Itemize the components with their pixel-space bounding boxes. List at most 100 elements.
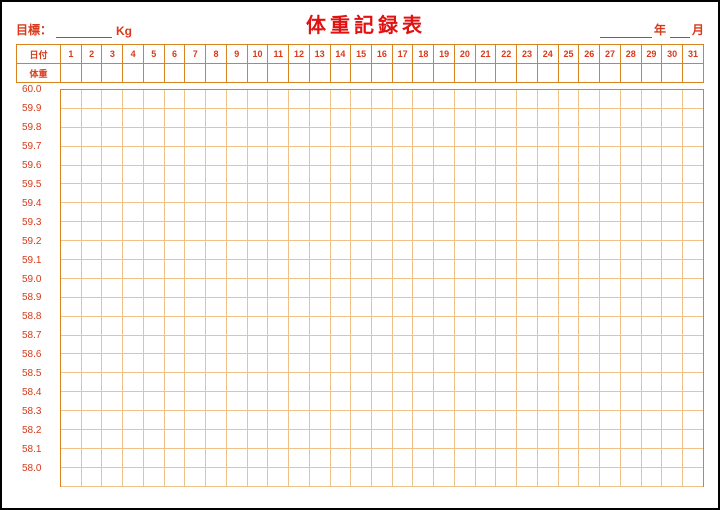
grid-cell: [372, 336, 393, 354]
weight-cell[interactable]: [164, 64, 185, 83]
weight-cell[interactable]: [289, 64, 310, 83]
day-cell: 19: [434, 45, 455, 64]
day-cell: 26: [579, 45, 600, 64]
grid-cell: [227, 90, 248, 108]
weight-cell[interactable]: [537, 64, 558, 83]
weight-cell[interactable]: [123, 64, 144, 83]
grid-cell: [559, 279, 580, 297]
weight-cell[interactable]: [392, 64, 413, 83]
weight-cell[interactable]: [558, 64, 579, 83]
grid-cell: [476, 336, 497, 354]
grid-cell: [517, 354, 538, 372]
grid-cell: [455, 411, 476, 429]
weight-cell[interactable]: [454, 64, 475, 83]
grid-cell: [102, 203, 123, 221]
grid-cell: [496, 279, 517, 297]
y-tick-label: 58.3: [16, 407, 60, 426]
grid-cell: [579, 260, 600, 278]
grid-cell: [393, 430, 414, 448]
grid-cell: [123, 184, 144, 202]
weight-cell[interactable]: [475, 64, 496, 83]
grid-cell: [331, 90, 352, 108]
grid-cell: [102, 336, 123, 354]
weight-cell[interactable]: [517, 64, 538, 83]
grid-row: [61, 241, 703, 260]
grid-cell: [579, 317, 600, 335]
grid-cell: [248, 279, 269, 297]
grid-cell: [517, 317, 538, 335]
weight-cell[interactable]: [143, 64, 164, 83]
weight-cell[interactable]: [330, 64, 351, 83]
weight-cell[interactable]: [268, 64, 289, 83]
grid-cell: [351, 354, 372, 372]
grid-cell: [185, 373, 206, 391]
grid-cell: [248, 203, 269, 221]
grid-cell: [476, 184, 497, 202]
grid-cell: [289, 317, 310, 335]
day-cell: 4: [123, 45, 144, 64]
grid-cell: [165, 279, 186, 297]
weight-cell[interactable]: [185, 64, 206, 83]
year-input-line[interactable]: [600, 26, 652, 38]
weight-cell[interactable]: [81, 64, 102, 83]
grid-cell: [393, 147, 414, 165]
weight-cell[interactable]: [226, 64, 247, 83]
weight-cell[interactable]: [372, 64, 393, 83]
grid-cell: [165, 260, 186, 278]
grid-cell: [621, 184, 642, 202]
weight-cell[interactable]: [351, 64, 372, 83]
grid-cell: [248, 184, 269, 202]
weight-cell[interactable]: [102, 64, 123, 83]
grid-cell: [372, 90, 393, 108]
grid-cell: [683, 147, 703, 165]
grid-cell: [642, 241, 663, 259]
grid-cell: [206, 203, 227, 221]
grid-cell: [351, 109, 372, 127]
grid-cell: [476, 354, 497, 372]
grid-cell: [123, 430, 144, 448]
grid-cell: [476, 147, 497, 165]
grid-cell: [496, 109, 517, 127]
grid-cell: [662, 298, 683, 316]
goal-input-line[interactable]: [56, 26, 112, 38]
day-cell: 27: [600, 45, 621, 64]
grid-cell: [165, 166, 186, 184]
grid-cell: [227, 166, 248, 184]
weight-cell[interactable]: [600, 64, 621, 83]
weight-cell[interactable]: [434, 64, 455, 83]
weight-cell[interactable]: [662, 64, 683, 83]
weight-cell[interactable]: [496, 64, 517, 83]
grid-cell: [206, 260, 227, 278]
weight-cell[interactable]: [309, 64, 330, 83]
grid-cell: [331, 128, 352, 146]
grid-cell: [331, 317, 352, 335]
grid-cell: [372, 166, 393, 184]
grid-cell: [227, 354, 248, 372]
grid-cell: [102, 449, 123, 467]
grid-cell: [61, 241, 82, 259]
month-input-line[interactable]: [670, 26, 690, 38]
weight-cell[interactable]: [247, 64, 268, 83]
weight-cell[interactable]: [620, 64, 641, 83]
grid-cell: [496, 468, 517, 486]
weight-cell[interactable]: [61, 64, 82, 83]
weight-cell[interactable]: [413, 64, 434, 83]
grid-cell: [496, 430, 517, 448]
grid-cell: [455, 317, 476, 335]
weight-cell[interactable]: [683, 64, 704, 83]
y-tick-label: 59.5: [16, 180, 60, 199]
grid-cell: [310, 411, 331, 429]
grid-cell: [393, 411, 414, 429]
grid-cell: [165, 449, 186, 467]
grid-cell: [331, 411, 352, 429]
grid-cell: [310, 203, 331, 221]
weight-cell[interactable]: [206, 64, 227, 83]
grid-cell: [434, 147, 455, 165]
y-tick-label: 58.2: [16, 426, 60, 445]
grid-cell: [496, 317, 517, 335]
weight-cell[interactable]: [641, 64, 662, 83]
grid-cell: [185, 411, 206, 429]
y-tick-label: 59.6: [16, 161, 60, 180]
weight-cell[interactable]: [579, 64, 600, 83]
grid-cell: [455, 354, 476, 372]
